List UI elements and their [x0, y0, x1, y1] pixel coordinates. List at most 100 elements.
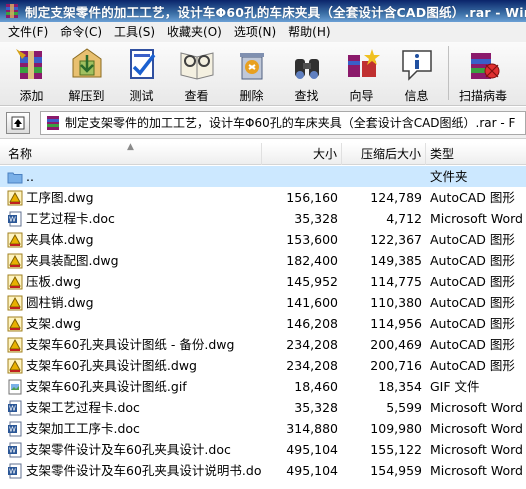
up-arrow-icon: [11, 116, 25, 129]
file-row[interactable]: 工序图.dwg 156,160 124,789 AutoCAD 图形: [0, 187, 526, 208]
info-button-label: 信息: [404, 89, 429, 103]
file-name-cell: 夹具装配图.dwg: [0, 250, 262, 271]
file-row[interactable]: 圆柱销.dwg 141,600 110,380 AutoCAD 图形: [0, 292, 526, 313]
file-row[interactable]: W 支架零件设计及车60孔夹具设计.doc 495,104 155,122 Micros…: [0, 439, 526, 460]
svg-text:W: W: [9, 404, 16, 412]
up-folder-button[interactable]: [6, 111, 30, 134]
file-type: Microsoft Word: [430, 463, 523, 478]
file-name-cell: ..: [0, 166, 262, 187]
file-size: 182,400: [286, 253, 338, 268]
file-packed-size: 124,789: [370, 190, 422, 205]
column-header-name[interactable]: 名称 ▲: [0, 142, 262, 165]
info-button[interactable]: 信息: [389, 42, 444, 104]
file-packed-size: 110,380: [370, 295, 422, 310]
file-row[interactable]: 支架车60孔夹具设计图纸.dwg 234,208 200,716 AutoCAD 图形: [0, 355, 526, 376]
file-row[interactable]: 支架车60孔夹具设计图纸 - 备份.dwg 234,208 200,469 AutoC…: [0, 334, 526, 355]
file-row[interactable]: 夹具体.dwg 153,600 122,367 AutoCAD 图形: [0, 229, 526, 250]
column-header-packed[interactable]: 压缩后大小: [342, 142, 426, 165]
file-row[interactable]: .. 文件夹: [0, 166, 526, 187]
file-row[interactable]: W 支架加工工序卡.doc 314,880 109,980 Microsoft Word: [0, 418, 526, 439]
path-field[interactable]: 制定支架零件的加工工艺，设计车Φ60孔的车床夹具（全套设计含CAD图纸）.rar…: [40, 110, 526, 135]
file-type: AutoCAD 图形: [430, 253, 515, 268]
virus-scan-button[interactable]: 扫描病毒: [453, 42, 513, 104]
delete-icon: [231, 45, 273, 83]
extract-to-button-label: 解压到: [68, 89, 105, 103]
menu-tools[interactable]: 工具(S): [108, 22, 161, 42]
file-name: ..: [26, 169, 34, 184]
file-name: 支架车60孔夹具设计图纸 - 备份.dwg: [26, 337, 235, 352]
menu-options[interactable]: 选项(N): [228, 22, 282, 42]
file-size: 18,460: [294, 379, 338, 394]
menu-commands[interactable]: 命令(C): [54, 22, 108, 42]
delete-button-label: 删除: [239, 89, 264, 103]
file-size: 234,208: [286, 358, 338, 373]
svg-text:W: W: [9, 467, 16, 475]
file-type: AutoCAD 图形: [430, 190, 515, 205]
test-button[interactable]: 测试: [114, 42, 169, 104]
list-header: 名称 ▲ 大小 压缩后大小 类型: [0, 142, 526, 165]
file-row[interactable]: 夹具装配图.dwg 182,400 149,385 AutoCAD 图形: [0, 250, 526, 271]
file-name: 压板.dwg: [26, 274, 82, 289]
toolbar: 添加 解压到 测试 查看 删除 查找 向导 信息 扫描病毒: [0, 42, 526, 106]
delete-button[interactable]: 删除: [224, 42, 279, 104]
file-name: 支架车60孔夹具设计图纸.gif: [26, 379, 187, 394]
window-title: 制定支架零件的加工工艺，设计车Φ60孔的车床夹具（全套设计含CAD图纸）.rar…: [25, 4, 526, 20]
autocad-file-icon: [7, 295, 23, 311]
file-packed-size: 5,599: [386, 400, 422, 415]
autocad-file-icon: [7, 232, 23, 248]
autocad-file-icon: [7, 274, 23, 290]
file-packed-size: 4,712: [386, 211, 422, 226]
word-document-icon: W: [7, 463, 23, 479]
file-size: 314,880: [286, 421, 338, 436]
file-size: 146,208: [286, 316, 338, 331]
word-document-icon: W: [7, 400, 23, 416]
gif-image-icon: [7, 379, 23, 395]
file-name-cell: 夹具体.dwg: [0, 229, 262, 250]
wizard-icon: [341, 45, 383, 83]
view-button[interactable]: 查看: [169, 42, 224, 104]
virus-scan-icon: [462, 45, 504, 83]
file-name: 夹具体.dwg: [26, 232, 94, 247]
extract-to-button[interactable]: 解压到: [59, 42, 114, 104]
file-size: 35,328: [294, 400, 338, 415]
file-name: 支架零件设计及车60孔夹具设计.doc: [26, 442, 231, 457]
file-type: AutoCAD 图形: [430, 274, 515, 289]
view-button-label: 查看: [184, 89, 209, 103]
file-row[interactable]: 支架车60孔夹具设计图纸.gif 18,460 18,354 GIF 文件: [0, 376, 526, 397]
file-name-cell: 圆柱销.dwg: [0, 292, 262, 313]
file-packed-size: 154,959: [370, 463, 422, 478]
word-document-icon: W: [7, 442, 23, 458]
menu-file[interactable]: 文件(F): [2, 22, 54, 42]
autocad-file-icon: [7, 337, 23, 353]
autocad-file-icon: [7, 316, 23, 332]
column-header-type[interactable]: 类型: [426, 143, 526, 165]
file-type: AutoCAD 图形: [430, 232, 515, 247]
menu-favorites[interactable]: 收藏夹(O): [161, 22, 228, 42]
file-size: 35,328: [294, 211, 338, 226]
menu-help[interactable]: 帮助(H): [282, 22, 336, 42]
add-button[interactable]: 添加: [4, 42, 59, 104]
file-row[interactable]: W 支架工艺过程卡.doc 35,328 5,599 Microsoft Word: [0, 397, 526, 418]
word-document-icon: W: [7, 211, 23, 227]
file-name: 支架工艺过程卡.doc: [26, 400, 140, 415]
find-button[interactable]: 查找: [279, 42, 334, 104]
rar-archive-icon: [47, 115, 59, 130]
sort-ascending-icon: ▲: [127, 142, 134, 152]
test-icon: [121, 45, 163, 83]
wizard-button[interactable]: 向导: [334, 42, 389, 104]
file-row[interactable]: 压板.dwg 145,952 114,775 AutoCAD 图形: [0, 271, 526, 292]
file-packed-size: 155,122: [370, 442, 422, 457]
file-list: .. 文件夹 工序图.dwg 156,160 124,789 AutoCAD 图形 W 工艺过…: [0, 166, 526, 489]
file-name-cell: W 工艺过程卡.doc: [0, 208, 262, 229]
file-row[interactable]: W 工艺过程卡.doc 35,328 4,712 Microsoft Word: [0, 208, 526, 229]
menu-bar: 文件(F) 命令(C) 工具(S) 收藏夹(O) 选项(N) 帮助(H): [0, 22, 526, 42]
file-row[interactable]: W 支架零件设计及车60孔夹具设计说明书.doc 495,104 154,959 Mic…: [0, 460, 526, 481]
file-packed-size: 200,716: [370, 358, 422, 373]
column-header-size[interactable]: 大小: [262, 142, 342, 165]
svg-text:W: W: [9, 446, 16, 454]
title-bar[interactable]: 制定支架零件的加工工艺，设计车Φ60孔的车床夹具（全套设计含CAD图纸）.rar…: [0, 0, 526, 22]
file-name-cell: 工序图.dwg: [0, 187, 262, 208]
file-row[interactable]: 支架.dwg 146,208 114,956 AutoCAD 图形: [0, 313, 526, 334]
file-name-cell: W 支架零件设计及车60孔夹具设计.doc: [0, 439, 262, 460]
file-name: 支架车60孔夹具设计图纸.dwg: [26, 358, 197, 373]
